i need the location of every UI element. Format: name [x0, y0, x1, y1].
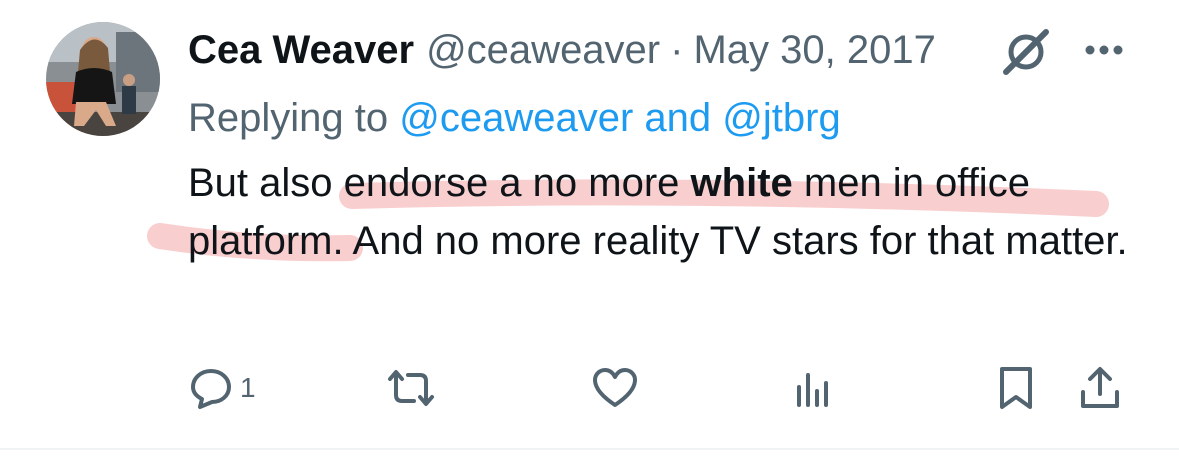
unverified-slash-icon[interactable]	[998, 24, 1054, 80]
like-button[interactable]	[590, 360, 640, 416]
reply-mention-ceaweaver[interactable]: @ceaweaver	[399, 96, 633, 140]
reply-bubble-icon	[191, 369, 231, 409]
retweet-button[interactable]	[384, 360, 438, 416]
share-icon	[1081, 367, 1119, 408]
reply-mention-jtbrg[interactable]: @jtbrg	[722, 96, 840, 140]
bookmark-button[interactable]	[994, 360, 1038, 416]
reply-button[interactable]: 1	[188, 360, 256, 416]
tweet-date[interactable]: May 30, 2017	[693, 22, 935, 78]
author-name[interactable]: Cea Weaver	[188, 22, 414, 78]
replying-label: Replying to	[188, 96, 389, 140]
reply-and: and	[644, 96, 712, 140]
tweet-card[interactable]: Cea Weaver @ceaweaver · May 30, 2017 Rep…	[0, 0, 1179, 450]
views-bar-icon	[797, 373, 828, 407]
more-dots-icon[interactable]	[1076, 26, 1132, 74]
bookmark-icon	[1000, 367, 1032, 409]
action-bar: 1	[0, 360, 1179, 416]
author-handle[interactable]: @ceaweaver	[426, 22, 660, 78]
avatar-photo	[46, 22, 160, 136]
share-button[interactable]	[1076, 360, 1124, 416]
tweet-text-part-1: But also endorse a no more	[188, 161, 691, 205]
heart-icon	[593, 368, 637, 407]
retweet-icon	[388, 370, 434, 406]
replying-to: Replying to @ceaweaver and @jtbrg	[188, 90, 841, 146]
views-button[interactable]	[790, 360, 836, 416]
tweet-text-bold: white	[690, 161, 793, 205]
avatar[interactable]	[46, 22, 160, 136]
reply-count: 1	[240, 372, 256, 403]
tweet-header: Cea Weaver @ceaweaver · May 30, 2017	[188, 22, 936, 78]
separator-dot: ·	[670, 28, 684, 72]
tweet-text: But also endorse a no more white men in …	[188, 154, 1148, 270]
